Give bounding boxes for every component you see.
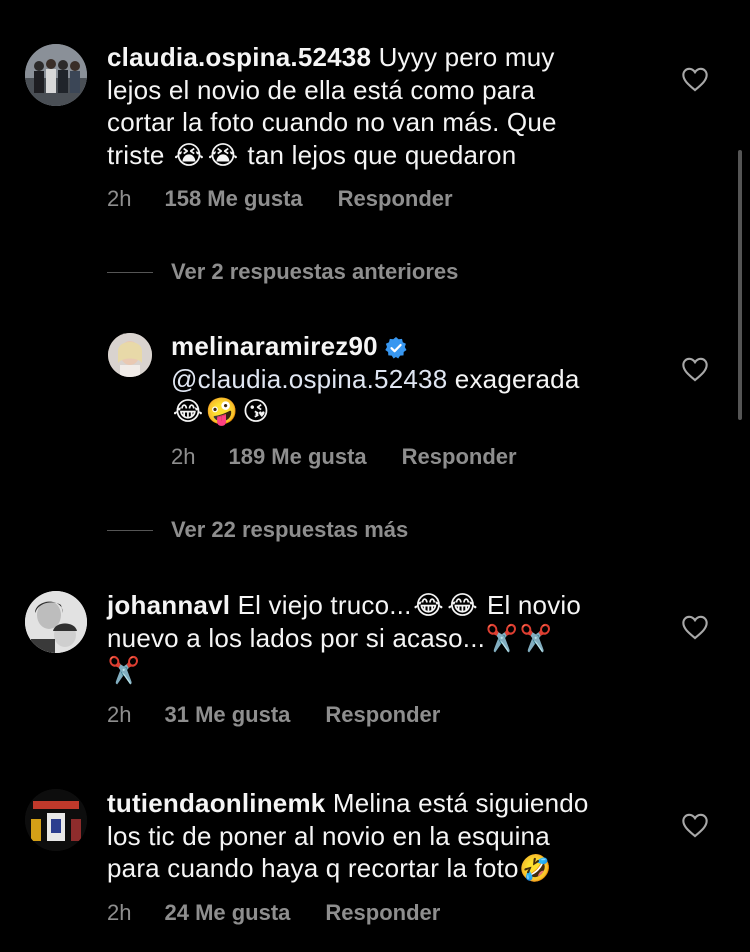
- crying-emoji: 😭: [207, 139, 239, 170]
- comment-meta: 2h 158 Me gusta Responder: [107, 186, 453, 212]
- crying-emoji: 😭: [173, 139, 205, 170]
- zany-emoji: 🤪: [205, 396, 239, 426]
- timestamp: 2h: [107, 702, 132, 727]
- verified-badge-icon: [385, 337, 407, 359]
- divider: [107, 529, 153, 531]
- reply-button[interactable]: Responder: [325, 900, 440, 926]
- likes-count[interactable]: 24 Me gusta: [164, 900, 290, 926]
- reply-button[interactable]: Responder: [402, 444, 517, 470]
- scissors-emoji: ✂️: [107, 655, 141, 685]
- username[interactable]: johannavl: [107, 590, 230, 620]
- mention-link[interactable]: @claudia.ospina.52438: [171, 364, 447, 394]
- kiss-emoji: 😘: [242, 396, 270, 426]
- scissors-emoji: ✂️: [485, 622, 519, 653]
- comment-text: tutiendaonlinemk Melina está siguiendo l…: [107, 788, 589, 883]
- username[interactable]: tutiendaonlinemk: [107, 788, 325, 818]
- view-previous-replies[interactable]: Ver 2 respuestas anteriores: [107, 259, 458, 285]
- comment-text: claudia.ospina.52438 Uyyy pero muy lejos…: [107, 42, 557, 170]
- divider: [107, 271, 153, 273]
- laughing-emoji: 😂: [172, 396, 204, 426]
- likes-count[interactable]: 158 Me gusta: [164, 186, 302, 212]
- username[interactable]: melinaramirez90: [171, 331, 378, 361]
- comment-text: melinaramirez90 @claudia.ospina.52438 ex…: [171, 331, 580, 426]
- laughing-emoji: 😂: [413, 590, 444, 620]
- heart-outline-icon[interactable]: [681, 356, 709, 382]
- reply-button[interactable]: Responder: [338, 186, 453, 212]
- scissors-emoji: ✂️: [519, 622, 553, 653]
- timestamp: 2h: [171, 444, 196, 469]
- comment-meta: 2h 189 Me gusta Responder: [171, 444, 517, 470]
- laughing-emoji: 😂: [447, 590, 478, 620]
- heart-outline-icon[interactable]: [681, 812, 709, 838]
- rofl-emoji: 🤣: [519, 853, 552, 883]
- scrollbar[interactable]: [738, 150, 742, 420]
- avatar[interactable]: [25, 591, 87, 653]
- likes-count[interactable]: 31 Me gusta: [164, 702, 290, 728]
- avatar[interactable]: [25, 44, 87, 106]
- timestamp: 2h: [107, 186, 132, 211]
- heart-outline-icon[interactable]: [681, 614, 709, 640]
- comment-meta: 2h 24 Me gusta Responder: [107, 900, 440, 926]
- likes-count[interactable]: 189 Me gusta: [228, 444, 366, 470]
- comment-text: johannavl El viejo truco...😂 😂 El novio n…: [107, 590, 582, 685]
- username[interactable]: claudia.ospina.52438: [107, 42, 371, 72]
- heart-outline-icon[interactable]: [681, 66, 709, 92]
- avatar[interactable]: [25, 789, 87, 851]
- view-more-replies[interactable]: Ver 22 respuestas más: [107, 517, 408, 543]
- avatar[interactable]: [108, 333, 152, 377]
- reply-button[interactable]: Responder: [325, 702, 440, 728]
- timestamp: 2h: [107, 900, 132, 925]
- comment-meta: 2h 31 Me gusta Responder: [107, 702, 440, 728]
